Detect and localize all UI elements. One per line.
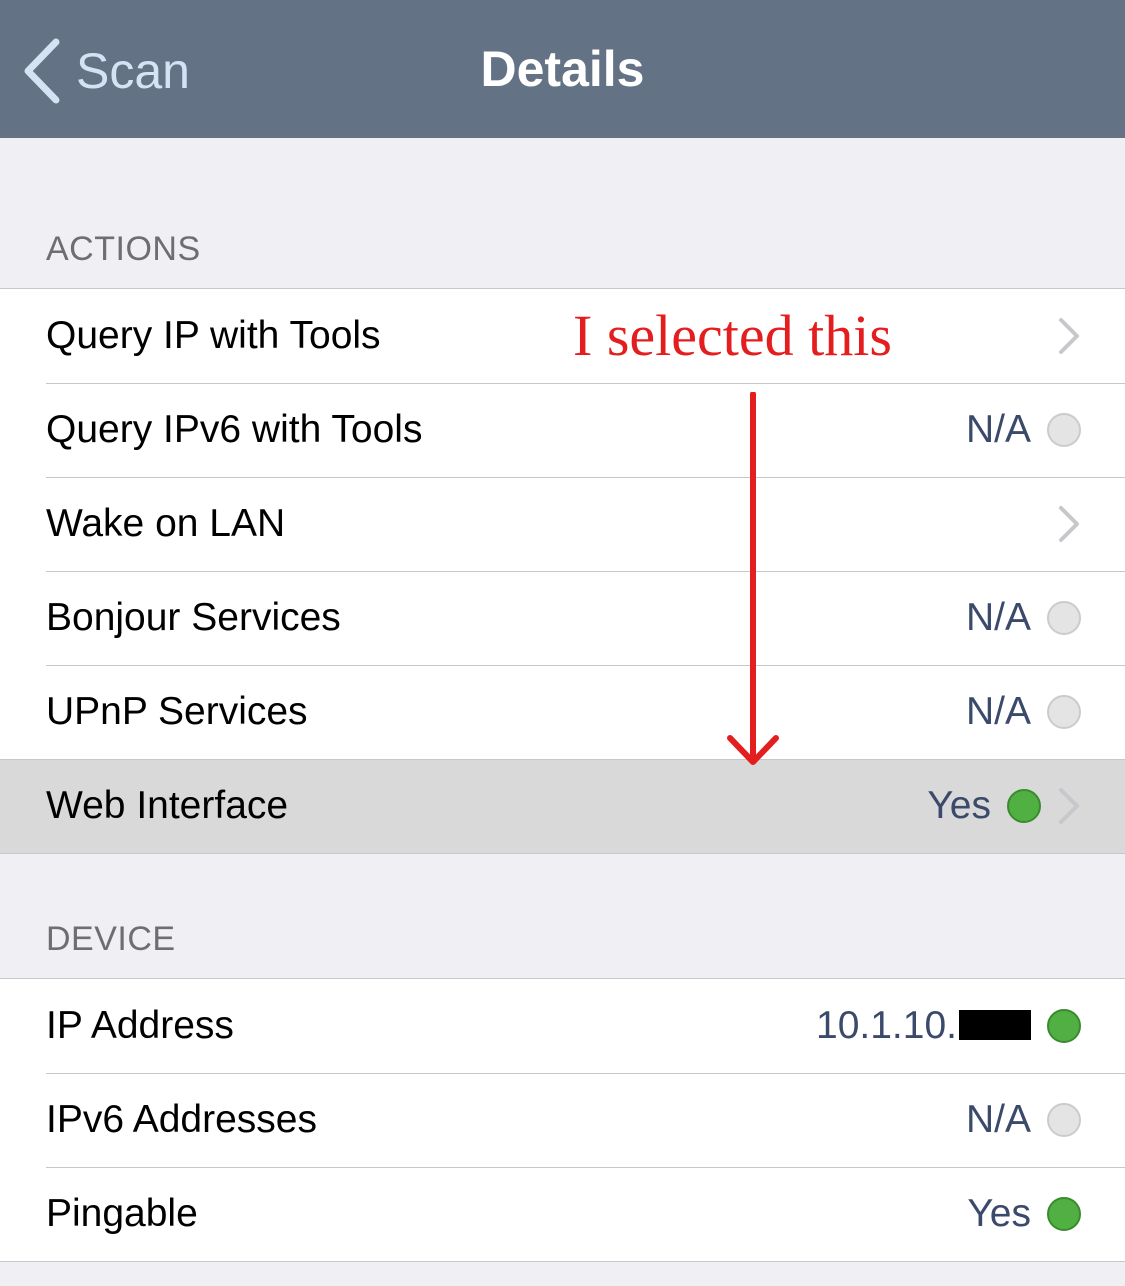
row-query-ip-with-tools[interactable]: Query IP with Tools [0, 289, 1125, 383]
row-upnp-services[interactable]: UPnP Services N/A [0, 665, 1125, 759]
row-value: N/A [965, 408, 1031, 451]
annotation-text: I selected this [573, 303, 892, 368]
back-button[interactable]: Scan [22, 36, 190, 106]
row-pingable[interactable]: Pingable Yes [0, 1167, 1125, 1261]
redaction-block [959, 1009, 1031, 1040]
chevron-right-icon [1059, 318, 1079, 354]
row-label: IPv6 Addresses [46, 1098, 317, 1141]
row-value: 10.1.10. [816, 1004, 1031, 1048]
annotation-arrow-icon [727, 392, 779, 765]
chevron-left-icon [24, 38, 60, 104]
row-label: Pingable [46, 1192, 198, 1235]
row-value: N/A [965, 596, 1031, 639]
row-label: Query IP with Tools [46, 314, 381, 357]
section-header-actions: ACTIONS [46, 230, 201, 268]
chevron-right-icon [1059, 506, 1079, 542]
actions-group: Query IP with Tools Query IPv6 with Tool… [0, 288, 1125, 854]
navigation-bar: Details Scan [0, 0, 1125, 138]
row-web-interface[interactable]: Web Interface Yes [0, 759, 1125, 853]
gray-dot-icon [1047, 413, 1081, 447]
row-wake-on-lan[interactable]: Wake on LAN [0, 477, 1125, 571]
chevron-right-icon [1059, 788, 1079, 824]
back-button-label: Scan [76, 43, 190, 99]
green-dot-icon [1047, 1009, 1081, 1043]
row-value: N/A [965, 1098, 1031, 1141]
row-label: Bonjour Services [46, 596, 341, 639]
section-header-device: DEVICE [46, 920, 176, 958]
row-label: Wake on LAN [46, 502, 286, 545]
device-group: IP Address 10.1.10. IPv6 Addresses N/A P… [0, 978, 1125, 1262]
green-dot-icon [1007, 789, 1041, 823]
row-bonjour-services[interactable]: Bonjour Services N/A [0, 571, 1125, 665]
row-ip-address[interactable]: IP Address 10.1.10. [0, 979, 1125, 1073]
green-dot-icon [1047, 1197, 1081, 1231]
ip-address-value: 10.1.10. [816, 1004, 957, 1047]
row-query-ipv6-with-tools[interactable]: Query IPv6 with Tools N/A [0, 383, 1125, 477]
row-label: UPnP Services [46, 690, 308, 733]
gray-dot-icon [1047, 1103, 1081, 1137]
row-value: Yes [927, 784, 991, 827]
row-value: Yes [967, 1192, 1031, 1235]
gray-dot-icon [1047, 695, 1081, 729]
row-ipv6-addresses[interactable]: IPv6 Addresses N/A [0, 1073, 1125, 1167]
row-value: N/A [965, 690, 1031, 733]
row-label: IP Address [46, 1004, 234, 1047]
gray-dot-icon [1047, 601, 1081, 635]
row-label: Web Interface [46, 784, 289, 827]
row-label: Query IPv6 with Tools [46, 408, 423, 451]
